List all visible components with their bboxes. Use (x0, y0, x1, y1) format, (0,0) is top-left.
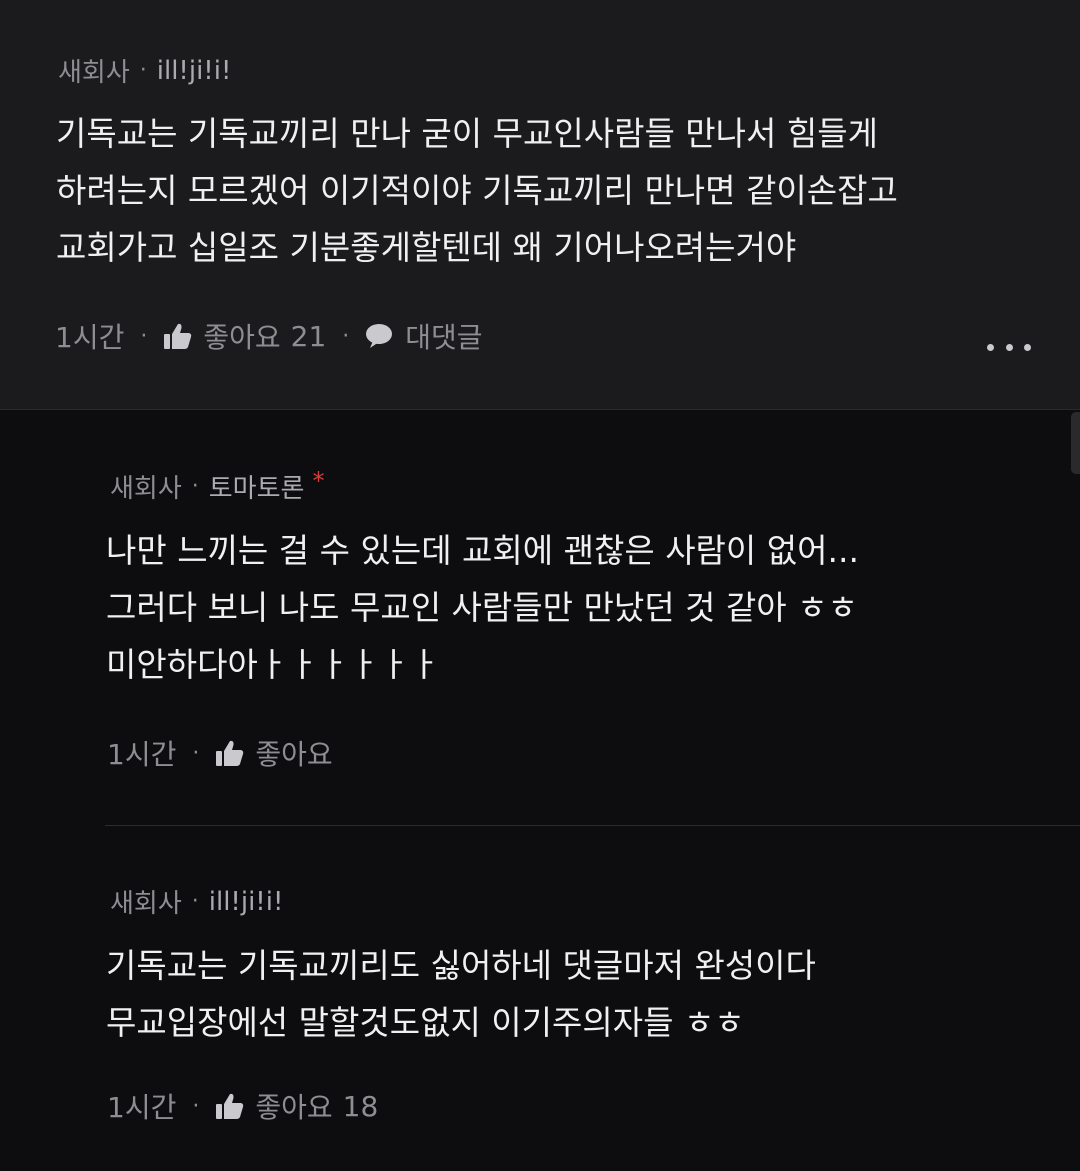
reply-line: 그러다 보니 나도 무교인 사람들만 만났던 것 같아 ㅎㅎ (106, 588, 858, 627)
reply-line: 나만 느끼는 걸 수 있는데 교회에 괜찮은 사람이 없어... (106, 531, 859, 570)
reply-time: 1시간 (107, 738, 177, 771)
like-label: 좋아요 (255, 1091, 333, 1124)
comment-body: 기독교는 기독교끼리 만나 굳이 무교인사람들 만나서 힘들게 하려는지 모르겠… (56, 105, 898, 276)
meta-separator: · (191, 889, 199, 914)
action-separator: · (140, 323, 148, 349)
author-category: 새회사 (110, 889, 182, 919)
like-button[interactable]: 좋아요 18 (215, 1086, 378, 1126)
author-mark: * (312, 466, 325, 495)
reply-actions: 1시간 · 좋아요 (107, 733, 333, 773)
thumbs-up-icon (164, 323, 192, 349)
reply-label: 대댓글 (405, 321, 483, 354)
reply-author-meta: 새회사 · 토마토론 * (110, 466, 325, 505)
reply-line: 미안하다아ㅏㅏㅏㅏㅏㅏ (106, 645, 440, 684)
like-button[interactable]: 좋아요 21 (163, 316, 326, 356)
like-button[interactable]: 좋아요 (215, 733, 333, 773)
comment-thread: 새회사 · ill!ji!i! 기독교는 기독교끼리 만나 굳이 무교인사람들 … (0, 0, 1080, 1171)
like-count: 21 (290, 319, 327, 353)
more-options-button[interactable] (987, 336, 1031, 358)
author-category: 새회사 (110, 474, 182, 504)
reply-actions: 1시간 · 좋아요 18 (107, 1086, 378, 1126)
author-nickname[interactable]: ill!ji!i! (157, 56, 232, 86)
meta-separator: · (139, 58, 147, 83)
like-label: 좋아요 (255, 738, 333, 771)
reply-divider (105, 825, 1080, 826)
reply-body: 기독교는 기독교끼리도 싫어하네 댓글마저 완성이다 무교입장에선 말할것도없지… (106, 937, 816, 1051)
meta-separator: · (191, 474, 199, 499)
author-category: 새회사 (58, 58, 130, 88)
like-count: 18 (342, 1089, 379, 1123)
comment-actions: 1시간 · 좋아요 21 · 대댓글 (55, 316, 483, 356)
reply-author-meta: 새회사 · ill!ji!i! (110, 883, 283, 920)
thumbs-up-icon (216, 740, 244, 766)
reply-line: 무교입장에선 말할것도없지 이기주의자들 ㅎㅎ (106, 1003, 745, 1042)
comment-time: 1시간 (55, 321, 125, 354)
more-horizontal-icon (987, 343, 994, 351)
action-separator: · (192, 740, 200, 766)
reply-button[interactable]: 대댓글 (365, 316, 483, 356)
comment-author-meta: 새회사 · ill!ji!i! (58, 52, 231, 89)
speech-bubble-icon (366, 324, 393, 348)
action-separator: · (192, 1093, 200, 1119)
comment-line: 교회가고 십일조 기분좋게할텐데 왜 기어나오려는거야 (56, 228, 797, 267)
comment-line: 기독교는 기독교끼리 만나 굳이 무교인사람들 만나서 힘들게 (56, 114, 878, 153)
like-label: 좋아요 (203, 321, 281, 354)
reply-line: 기독교는 기독교끼리도 싫어하네 댓글마저 완성이다 (106, 946, 816, 985)
reply-body: 나만 느끼는 걸 수 있는데 교회에 괜찮은 사람이 없어... 그러다 보니 … (106, 522, 859, 693)
author-nickname[interactable]: 토마토론 (209, 468, 305, 505)
author-nickname[interactable]: ill!ji!i! (209, 887, 284, 917)
reply-time: 1시간 (107, 1091, 177, 1124)
scroll-indicator[interactable] (1071, 412, 1080, 474)
comment-line: 하려는지 모르겠어 이기적이야 기독교끼리 만나면 같이손잡고 (56, 171, 898, 210)
thumbs-up-icon (216, 1093, 244, 1119)
action-separator: · (342, 323, 350, 349)
